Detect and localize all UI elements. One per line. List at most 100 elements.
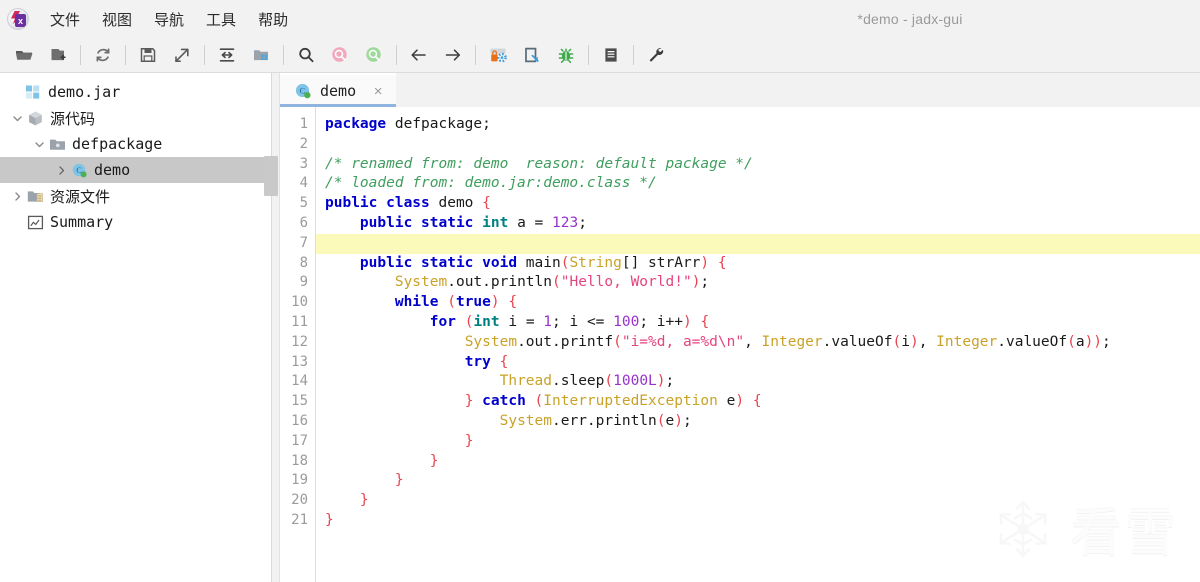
code-line[interactable]: for (int i = 1; i <= 100; i++) { (316, 313, 1200, 333)
close-icon[interactable]: × (370, 83, 386, 99)
code-token: ( (613, 333, 622, 350)
menu-file[interactable]: 文件 (39, 5, 91, 34)
code-line[interactable]: try { (316, 353, 1200, 373)
code-token: ; i++ (639, 313, 683, 330)
toolbar-separator (475, 45, 476, 65)
code-line[interactable]: } (316, 432, 1200, 452)
menu-help[interactable]: 帮助 (247, 5, 299, 34)
tree-node-demo-class[interactable]: C demo (0, 157, 271, 183)
forward-arrow-icon[interactable] (439, 42, 467, 68)
preferences-icon[interactable] (642, 42, 670, 68)
code-token: catch (482, 393, 526, 410)
code-token: main (517, 254, 561, 271)
code-line[interactable]: while (true) { (316, 293, 1200, 313)
deobfuscation-icon[interactable] (484, 42, 512, 68)
code-content[interactable]: package defpackage; /* renamed from: dem… (316, 107, 1200, 582)
menu-navigation[interactable]: 导航 (143, 5, 195, 34)
line-number: 5 (299, 195, 308, 212)
code-line[interactable]: } catch (InterruptedException e) { (316, 392, 1200, 412)
flat-packages-icon[interactable] (247, 42, 275, 68)
code-line[interactable]: public static void main(String[] strArr)… (316, 254, 1200, 274)
code-line[interactable]: } (316, 511, 1200, 531)
log-icon[interactable] (597, 42, 625, 68)
code-line[interactable]: } (316, 471, 1200, 491)
search-icon[interactable] (292, 42, 320, 68)
code-token: ) (909, 333, 919, 350)
code-token: e (665, 412, 675, 429)
toolbar-separator (204, 45, 205, 65)
editor-pane: C demo × 1 2 3 4 5 6 7 8 9 10 11 12 13 14 15 16 17 18 19 20… (280, 73, 1200, 582)
code-line[interactable]: } (316, 491, 1200, 511)
tree-node-defpackage[interactable]: defpackage (0, 131, 271, 157)
search-comment-icon[interactable] (360, 42, 388, 68)
code-line[interactable] (316, 233, 1200, 254)
code-line[interactable]: public class demo { (316, 194, 1200, 214)
code-line[interactable]: System.out.printf("i=%d, a=%d\n", Intege… (316, 333, 1200, 353)
back-arrow-icon[interactable] (405, 42, 433, 68)
code-token: ) (656, 373, 666, 390)
jadx-logo-icon: x (7, 8, 29, 30)
code-token: { (700, 313, 710, 330)
code-token: Integer (936, 333, 998, 350)
line-number: 19 (291, 472, 308, 489)
toolbar (0, 38, 1200, 73)
code-token: ; (700, 274, 710, 291)
search-class-icon[interactable] (326, 42, 354, 68)
project-tree[interactable]: demo.jar 源代码 defpackage C demo 资源文件 Summ… (0, 73, 272, 582)
tree-node-summary[interactable]: Summary (0, 209, 271, 235)
package-icon (26, 109, 44, 127)
code-token: package (325, 116, 387, 132)
chevron-down-icon[interactable] (8, 113, 26, 124)
code-token: System (394, 274, 448, 291)
open-folder-icon[interactable] (10, 42, 38, 68)
code-token: { (752, 393, 762, 410)
code-token: try (464, 353, 491, 370)
code-token: /* loaded from: demo.jar:demo.class */ (325, 175, 657, 192)
code-line[interactable]: System.out.println("Hello, World!"); (316, 273, 1200, 293)
code-token: ) (700, 254, 710, 271)
code-editor[interactable]: 1 2 3 4 5 6 7 8 9 10 11 12 13 14 15 16 17 18 19 20 21 packag… (280, 107, 1200, 582)
code-line[interactable]: Thread.sleep(1000L); (316, 372, 1200, 392)
quark-icon[interactable] (518, 42, 546, 68)
code-token: } (464, 432, 474, 449)
tree-node-resources[interactable]: 资源文件 (0, 183, 271, 209)
code-line[interactable]: } (316, 452, 1200, 472)
chevron-right-icon[interactable] (8, 191, 26, 202)
tree-node-demo-jar[interactable]: demo.jar (0, 79, 271, 105)
toolbar-separator (125, 45, 126, 65)
menu-tools[interactable]: 工具 (195, 5, 247, 34)
save-icon[interactable] (134, 42, 162, 68)
code-token: { (717, 254, 727, 271)
code-token: Thread (499, 373, 552, 390)
code-line[interactable]: package defpackage; (316, 115, 1200, 135)
code-line[interactable] (316, 135, 1200, 155)
code-token: ( (534, 393, 544, 410)
code-token: ( (1067, 333, 1076, 350)
code-line[interactable]: System.err.println(e); (316, 412, 1200, 432)
code-line[interactable]: /* renamed from: demo reason: default pa… (316, 155, 1200, 175)
code-line[interactable]: /* loaded from: demo.jar:demo.class */ (316, 174, 1200, 194)
code-token: .valueOf (822, 333, 893, 350)
tab-demo[interactable]: C demo × (280, 73, 397, 107)
chevron-right-icon[interactable] (52, 165, 70, 176)
split-divider[interactable] (264, 73, 280, 582)
debugger-icon[interactable] (552, 42, 580, 68)
split-divider-grip[interactable] (264, 156, 278, 196)
code-token: .sleep (552, 373, 605, 390)
tree-node-source-code[interactable]: 源代码 (0, 105, 271, 131)
code-token: { (482, 195, 491, 212)
code-token: InterruptedException (543, 393, 718, 410)
code-token: 100 (613, 313, 640, 330)
menu-view[interactable]: 视图 (91, 5, 143, 34)
export-icon[interactable] (168, 42, 196, 68)
chevron-down-icon[interactable] (30, 139, 48, 150)
add-files-icon[interactable] (44, 42, 72, 68)
collapse-all-icon[interactable] (213, 42, 241, 68)
reload-icon[interactable] (89, 42, 117, 68)
code-line[interactable]: public static int a = 123; (316, 214, 1200, 234)
